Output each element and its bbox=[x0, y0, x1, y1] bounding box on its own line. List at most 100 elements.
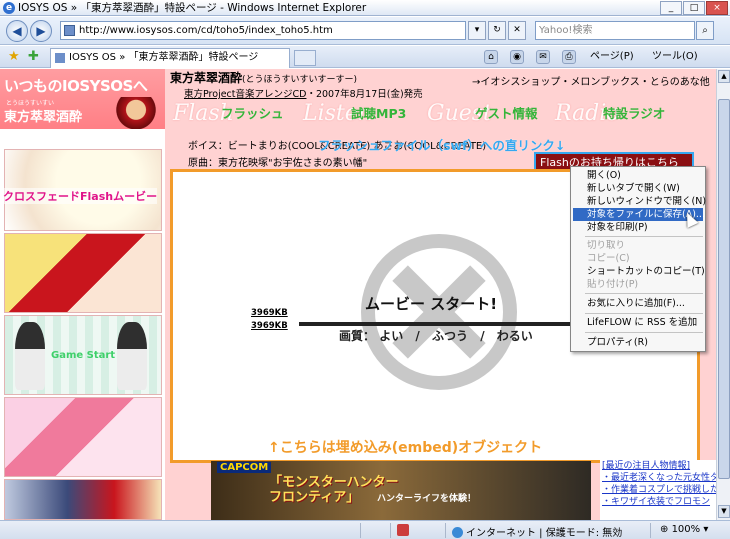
crossfade-caption: クロスフェードFlashムービー bbox=[3, 188, 158, 204]
back-arrow-icon[interactable]: ◀ bbox=[6, 20, 28, 42]
quality-selector: 画質： よい / ふつう / わるい bbox=[339, 327, 533, 344]
scroll-up-icon[interactable]: ▲ bbox=[718, 70, 730, 83]
character-thumbnail-2[interactable] bbox=[4, 397, 162, 477]
stop-icon[interactable]: ✕ bbox=[508, 21, 526, 40]
favorites-star-icon[interactable]: ★ bbox=[8, 49, 20, 64]
search-icon[interactable]: ⌕ bbox=[696, 21, 714, 40]
tab-title: IOSYS OS » 「東方萃翠酒酔」特設ページ bbox=[69, 52, 259, 63]
security-zone[interactable]: インターネット | 保護モード: 無効 bbox=[452, 524, 622, 539]
globe-icon bbox=[452, 527, 463, 538]
movie-start-button[interactable]: ムービー スタート! bbox=[365, 293, 497, 314]
scroll-down-icon[interactable]: ▼ bbox=[718, 505, 730, 518]
file-size-1: 3969KB bbox=[251, 308, 288, 318]
news-item[interactable]: ・最近老深くなった元女性タ bbox=[602, 472, 716, 484]
shop-links[interactable]: →イオシスショップ・メロンブックス・とらのあな他 bbox=[472, 73, 710, 88]
url-text: http://www.iosysos.com/cd/toho5/index_to… bbox=[79, 25, 333, 36]
address-toolbar: ◀ ▶ http://www.iosysos.com/cd/toho5/inde… bbox=[0, 17, 730, 45]
tools-menu[interactable]: ツール(O) bbox=[652, 50, 698, 64]
left-column: いつものIOSYSOSへ とうほうすいすい 東方萃翠酒酔 クロスフェードFlas… bbox=[0, 69, 165, 520]
page-favicon-icon bbox=[64, 25, 75, 36]
ctx-open-new-window[interactable]: 新しいウィンドウで開く(N) bbox=[573, 195, 706, 208]
tab-command-bar: ★ ✚ IOSYS OS » 「東方萃翠酒酔」特設ページ ⌂ ◉ ✉ ⎙ ページ… bbox=[0, 46, 730, 68]
feeds-icon[interactable]: ◉ bbox=[510, 50, 524, 64]
minimize-button[interactable]: _ bbox=[660, 1, 682, 15]
news-list: [最近の注目人物情報] ・最近老深くなった元女性タ ・作業着コスプレで挑戦した … bbox=[600, 460, 716, 520]
ctx-separator bbox=[585, 293, 703, 294]
embed-caption: ↑こちらは埋め込み(embed)オブジェクト bbox=[268, 440, 543, 456]
character-thumbnail-1[interactable] bbox=[4, 233, 162, 313]
home-icon[interactable]: ⌂ bbox=[484, 50, 498, 64]
banner-brand: CAPCOM bbox=[217, 462, 272, 473]
quality-separator: / bbox=[415, 329, 420, 343]
print-icon[interactable]: ⎙ bbox=[562, 50, 576, 64]
ie-logo-icon: e bbox=[3, 2, 15, 14]
search-input[interactable]: Yahoo!検索 bbox=[535, 21, 695, 40]
logo-character-image bbox=[110, 97, 162, 129]
news-item[interactable]: [最近の注目人物情報] bbox=[602, 460, 716, 472]
ctx-open[interactable]: 開く(O) bbox=[573, 169, 703, 182]
original-song: 原曲：東方花映塚"お宇佐さまの素い幡" bbox=[188, 158, 368, 169]
banner-tagline: ハンターライフを体験！ bbox=[377, 494, 477, 504]
ctx-add-rss[interactable]: LifeFLOW に RSS を追加 bbox=[573, 316, 703, 329]
zoom-text: 100% bbox=[671, 524, 701, 535]
character-figure bbox=[15, 322, 45, 390]
progress-line bbox=[299, 322, 599, 326]
new-tab-button[interactable] bbox=[294, 50, 316, 66]
scroll-thumb[interactable] bbox=[718, 99, 730, 479]
ctx-open-new-tab[interactable]: 新しいタブで開く(W) bbox=[573, 182, 703, 195]
quality-label: 画質： bbox=[339, 329, 376, 343]
dropdown-arrow-icon[interactable]: ▾ bbox=[468, 21, 486, 40]
logo-main-text: いつものIOSYSOSへ bbox=[4, 77, 148, 95]
quality-normal[interactable]: ふつう bbox=[432, 329, 468, 343]
nav-flash[interactable]: フラッシュ bbox=[221, 103, 284, 122]
mail-icon[interactable]: ✉ bbox=[536, 50, 550, 64]
quality-separator: / bbox=[480, 329, 485, 343]
zone-text: インターネット | 保護モード: 無効 bbox=[466, 528, 623, 539]
news-item[interactable]: ・作業着コスプレで挑戦した bbox=[602, 484, 716, 496]
context-menu: 開く(O) 新しいタブで開く(W) 新しいウィンドウで開く(N) 対象をファイル… bbox=[570, 166, 706, 352]
character-figure bbox=[117, 322, 147, 390]
section-nav: Flash フラッシュ Listen 試聴MP3 Guest ゲスト情報 Rad… bbox=[165, 97, 716, 127]
ctx-copy-shortcut[interactable]: ショートカットのコピー(T) bbox=[573, 265, 705, 278]
security-shield-icon[interactable] bbox=[397, 524, 409, 536]
ctx-properties[interactable]: プロパティ(R) bbox=[573, 336, 703, 349]
refresh-icon[interactable]: ↻ bbox=[488, 21, 506, 40]
vertical-scrollbar[interactable]: ▲ ▼ bbox=[716, 69, 730, 520]
nav-listen[interactable]: 試聴MP3 bbox=[351, 103, 406, 122]
album-title-reading: (とうほうすいすいすーすー) bbox=[242, 75, 358, 85]
game-thumbnail[interactable]: Game Start bbox=[4, 315, 162, 395]
page-title: 東方萃翠酒酔(とうほうすいすいすーすー) bbox=[170, 69, 357, 86]
ctx-separator bbox=[585, 313, 703, 314]
site-logo[interactable]: いつものIOSYSOSへ とうほうすいすい 東方萃翠酒酔 bbox=[0, 69, 165, 129]
ctx-paste: 貼り付け(P) bbox=[587, 279, 639, 290]
url-field[interactable]: http://www.iosysos.com/cd/toho5/index_to… bbox=[60, 21, 466, 40]
ctx-cut: 切り取り bbox=[587, 240, 626, 251]
browser-tab[interactable]: IOSYS OS » 「東方萃翠酒酔」特設ページ bbox=[50, 48, 290, 68]
quality-good[interactable]: よい bbox=[379, 329, 403, 343]
ctx-separator bbox=[585, 236, 703, 237]
window-title-bar: e IOSYS OS » 「東方萃翠酒酔」特設ページ - Windows Int… bbox=[0, 0, 730, 16]
page-menu[interactable]: ページ(P) bbox=[590, 50, 634, 64]
maximize-button[interactable]: □ bbox=[683, 1, 705, 15]
swf-direct-link[interactable]: フラッシュファイル（swf）への直リンク↓ bbox=[318, 135, 565, 154]
ctx-separator bbox=[585, 332, 703, 333]
ctx-add-favorites[interactable]: お気に入りに追加(F)... bbox=[573, 297, 703, 310]
news-item[interactable]: ・キワザイ衣装でフロモン bbox=[602, 496, 716, 508]
add-favorites-icon[interactable]: ✚ bbox=[28, 49, 39, 64]
logo-album-text: 東方萃翠酒酔 bbox=[4, 110, 83, 125]
quality-bad[interactable]: わるい bbox=[497, 329, 533, 343]
ctx-copy: コピー(C) bbox=[587, 253, 630, 264]
status-bar: インターネット | 保護モード: 無効 ⊕ 100% ▾ bbox=[0, 520, 730, 539]
character-thumbnail-3[interactable] bbox=[4, 479, 162, 520]
game-start-caption: Game Start bbox=[51, 350, 116, 361]
crossfade-thumbnail[interactable]: クロスフェードFlashムービー bbox=[3, 149, 162, 231]
forward-arrow-icon[interactable]: ▶ bbox=[30, 20, 52, 42]
album-title: 東方萃翠酒酔 bbox=[170, 71, 243, 85]
close-button[interactable]: × bbox=[706, 1, 728, 15]
nav-radio[interactable]: 特設ラジオ bbox=[603, 103, 665, 122]
ctx-print-target[interactable]: 対象を印刷(P) bbox=[573, 221, 703, 234]
ad-banner[interactable]: CAPCOM 「モンスターハンター フロンティア」 ハンターライフを体験！ bbox=[211, 461, 591, 520]
nav-guest[interactable]: ゲスト情報 bbox=[475, 103, 538, 122]
tab-favicon-icon bbox=[55, 53, 65, 63]
zoom-level[interactable]: ⊕ 100% ▾ bbox=[660, 524, 708, 535]
